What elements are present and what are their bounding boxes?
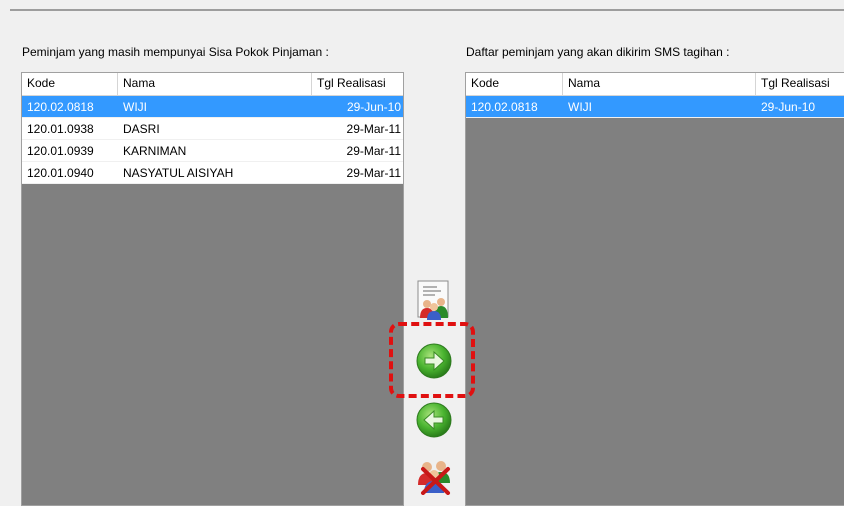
- cell-tgl: 29-Mar-11: [346, 166, 401, 180]
- cell-kode: 120.01.0939: [27, 144, 94, 158]
- cell-nama: WIJI: [123, 100, 147, 114]
- users-list-icon: [417, 280, 449, 320]
- cell-kode: 120.01.0940: [27, 166, 94, 180]
- right-panel-label: Daftar peminjam yang akan dikirim SMS ta…: [466, 45, 730, 59]
- right-list-rows: 120.02.0818 WIJI 29-Jun-10: [466, 96, 844, 118]
- cell-tgl: 29-Jun-10: [346, 100, 401, 114]
- cell-kode: 120.01.0938: [27, 122, 94, 136]
- users-remove-icon: [418, 461, 450, 495]
- column-header-tgl-realisasi[interactable]: Tgl Realisasi: [312, 73, 403, 95]
- cell-tgl: 29-Jun-10: [761, 100, 816, 114]
- cell-nama: NASYATUL AISIYAH: [123, 166, 234, 180]
- column-header-nama[interactable]: Nama: [118, 73, 312, 95]
- cell-nama: KARNIMAN: [123, 144, 187, 158]
- table-row[interactable]: 120.02.0818 WIJI 29-Jun-10: [466, 96, 844, 118]
- remove-all-button[interactable]: [414, 455, 454, 495]
- left-list-header: Kode Nama Tgl Realisasi: [22, 73, 403, 96]
- left-listview[interactable]: Kode Nama Tgl Realisasi 120.02.0818 WIJI 2…: [21, 72, 404, 506]
- table-row[interactable]: 120.02.0818 WIJI 29-Jun-10: [22, 96, 403, 118]
- left-list-rows: 120.02.0818 WIJI 29-Jun-10 120.01.0938 DASRI…: [22, 96, 403, 184]
- right-listview[interactable]: Kode Nama Tgl Realisasi 120.02.0818 WIJI 2…: [465, 72, 844, 506]
- right-list-header: Kode Nama Tgl Realisasi: [466, 73, 844, 96]
- table-row[interactable]: 120.01.0938 DASRI 29-Mar-11: [22, 118, 403, 140]
- column-header-kode[interactable]: Kode: [466, 73, 563, 95]
- add-all-button[interactable]: [414, 280, 454, 320]
- arrow-left-icon: [416, 402, 452, 438]
- column-header-nama[interactable]: Nama: [563, 73, 756, 95]
- highlight-annotation: [389, 322, 475, 398]
- move-left-button[interactable]: [414, 400, 454, 440]
- column-header-kode[interactable]: Kode: [22, 73, 118, 95]
- cell-tgl: 29-Mar-11: [346, 144, 401, 158]
- top-separator: [10, 9, 844, 11]
- left-panel-label: Peminjam yang masih mempunyai Sisa Pokok…: [22, 45, 329, 59]
- cell-kode: 120.02.0818: [27, 100, 94, 114]
- cell-tgl: 29-Mar-11: [346, 122, 401, 136]
- cell-nama: DASRI: [123, 122, 160, 136]
- table-row[interactable]: 120.01.0940 NASYATUL AISIYAH 29-Mar-11: [22, 162, 403, 184]
- table-row[interactable]: 120.01.0939 KARNIMAN 29-Mar-11: [22, 140, 403, 162]
- cell-nama: WIJI: [568, 100, 592, 114]
- cell-kode: 120.02.0818: [471, 100, 538, 114]
- column-header-tgl-realisasi[interactable]: Tgl Realisasi: [756, 73, 844, 95]
